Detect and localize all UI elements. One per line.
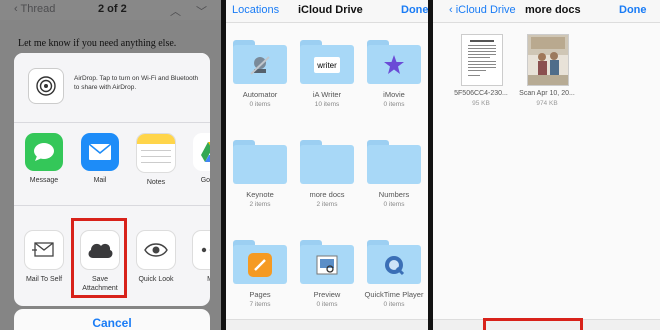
folder-name: iMovie xyxy=(383,90,405,99)
folder-more-docs[interactable]: more docs 2 items xyxy=(295,140,359,208)
icloud-drive-panel: Locations iCloud Drive Done Automator 0 … xyxy=(226,0,428,330)
more-docs-title: more docs xyxy=(525,4,581,16)
document-thumbnail[interactable] xyxy=(461,34,503,86)
mail-icon xyxy=(81,133,119,171)
folder-icon xyxy=(367,40,421,84)
airdrop-icon xyxy=(28,68,64,104)
action-label: Mail To Self xyxy=(25,276,63,283)
folder-name: more docs xyxy=(309,190,345,199)
airdrop-row[interactable]: AirDrop. Tap to turn on Wi-Fi and Blueto… xyxy=(14,53,210,123)
folder-icon xyxy=(233,140,287,184)
bottom-highlight xyxy=(483,318,583,330)
share-app-message[interactable]: Message xyxy=(16,133,72,185)
share-app-label: Google xyxy=(200,177,210,184)
toolbar xyxy=(226,319,428,330)
airdrop-description: AirDrop. Tap to turn on Wi-Fi and Blueto… xyxy=(74,75,199,91)
preview-icon xyxy=(315,253,339,277)
folder-quicktime[interactable]: QuickTime Player 0 items xyxy=(362,240,426,308)
folder-count: 7 items xyxy=(249,301,271,308)
folder-name: Pages xyxy=(249,290,271,299)
folder-name: Keynote xyxy=(246,190,274,199)
folder-count: 0 items xyxy=(383,301,405,308)
more-docs-panel: ‹ iCloud Drive more docs Done 5F506CC4-2… xyxy=(433,0,660,330)
screenshot-collage: ‹ Thread 2 of 2 ︿ ﹀ Let me know if you n… xyxy=(0,0,660,330)
imovie-icon xyxy=(382,53,406,77)
file-name: Scan Apr 10, 20... xyxy=(519,90,575,97)
icloud-back-button[interactable]: ‹ iCloud Drive xyxy=(449,4,516,16)
folder-preview[interactable]: Preview 0 items xyxy=(295,240,359,308)
mail-to-self-icon xyxy=(24,230,64,270)
locations-button[interactable]: Locations xyxy=(232,4,279,16)
google-drive-icon xyxy=(193,133,210,171)
pages-icon xyxy=(248,253,272,277)
writer-icon: writer xyxy=(314,57,340,73)
folder-name: iA Writer xyxy=(312,90,342,99)
notes-icon xyxy=(136,133,176,173)
file-size: 974 KB xyxy=(536,100,558,107)
message-icon xyxy=(25,133,63,171)
file-name: 5F506CC4-230... xyxy=(454,90,508,97)
more-icon xyxy=(192,230,210,270)
action-mail-to-self[interactable]: Mail To Self xyxy=(16,230,72,284)
folder-count: 2 items xyxy=(316,201,338,208)
share-app-google[interactable]: Google xyxy=(184,133,210,185)
icloud-nav-bar: Locations iCloud Drive Done xyxy=(226,0,428,23)
folder-icon xyxy=(233,40,287,84)
action-quick-look[interactable]: Quick Look xyxy=(128,230,184,284)
save-attachment-highlight xyxy=(71,218,127,298)
folder-count: 0 items xyxy=(383,101,405,108)
folder-count: 0 items xyxy=(316,301,338,308)
action-more[interactable]: Mo xyxy=(184,230,210,284)
share-app-mail[interactable]: Mail xyxy=(72,133,128,185)
action-label: Mo xyxy=(184,275,210,284)
folder-count: 10 items xyxy=(314,101,340,108)
quicktime-icon xyxy=(382,253,406,277)
share-app-label: Mail xyxy=(93,177,107,184)
folder-numbers[interactable]: Numbers 0 items xyxy=(362,140,426,208)
folder-count: 0 items xyxy=(383,201,405,208)
share-app-notes[interactable]: Notes xyxy=(128,133,184,187)
share-app-label: Message xyxy=(29,177,59,184)
photo-thumbnail[interactable] xyxy=(527,34,569,86)
folder-icon xyxy=(300,140,354,184)
folder-icon xyxy=(233,240,287,284)
folder-pages[interactable]: Pages 7 items xyxy=(228,240,292,308)
share-app-label: Notes xyxy=(146,179,166,186)
automator-icon xyxy=(248,53,272,77)
folder-imovie[interactable]: iMovie 0 items xyxy=(362,40,426,108)
done-button[interactable]: Done xyxy=(619,4,647,16)
icloud-back-label: iCloud Drive xyxy=(455,4,516,16)
share-apps-row: Message Mail Notes Go xyxy=(14,123,210,206)
cancel-button[interactable]: Cancel xyxy=(14,309,210,330)
folder-ia-writer[interactable]: writer iA Writer 10 items xyxy=(295,40,359,108)
folder-icon xyxy=(367,240,421,284)
folder-icon: writer xyxy=(300,40,354,84)
folder-name: Preview xyxy=(313,290,341,299)
mail-share-panel: ‹ Thread 2 of 2 ︿ ﹀ Let me know if you n… xyxy=(0,0,221,330)
file-size: 95 KB xyxy=(472,100,490,107)
folder-icon xyxy=(367,140,421,184)
action-label: Quick Look xyxy=(138,276,174,283)
folder-automator[interactable]: Automator 0 items xyxy=(228,40,292,108)
folder-keynote[interactable]: Keynote 2 items xyxy=(228,140,292,208)
done-button[interactable]: Done xyxy=(401,4,428,16)
folder-name: Numbers xyxy=(378,190,410,199)
folder-name: QuickTime Player xyxy=(364,290,424,299)
folder-icon xyxy=(300,240,354,284)
icloud-title: iCloud Drive xyxy=(298,4,363,16)
eye-icon xyxy=(136,230,176,270)
folder-count: 0 items xyxy=(249,101,271,108)
more-docs-nav-bar: ‹ iCloud Drive more docs Done xyxy=(433,0,660,23)
folder-count: 2 items xyxy=(249,201,271,208)
folder-name: Automator xyxy=(242,90,278,99)
